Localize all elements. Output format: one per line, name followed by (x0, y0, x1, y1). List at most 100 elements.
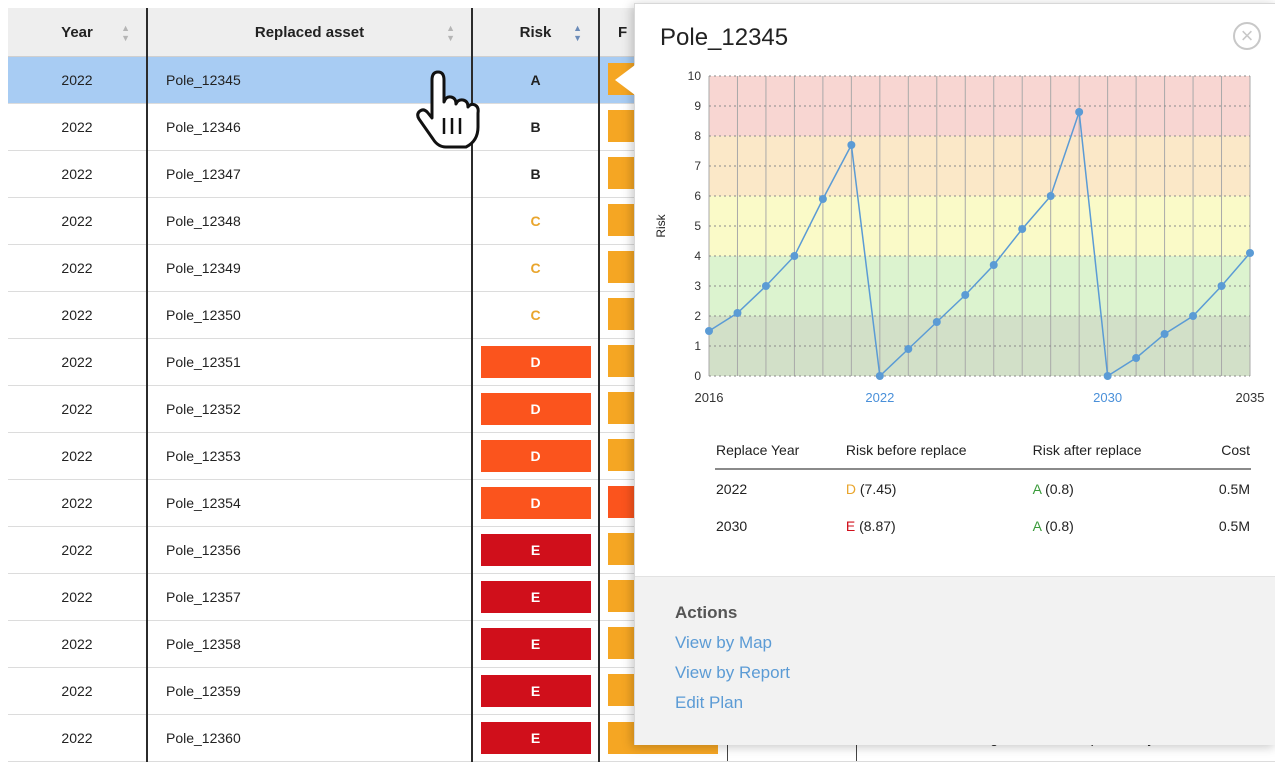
cell-risk: E (472, 573, 599, 621)
risk-level-badge: D (480, 346, 591, 378)
cell-year: 2022 (8, 573, 147, 621)
column-header-year[interactable]: Year ▲ ▼ (8, 8, 147, 57)
summary-cost: 0.5M (1218, 480, 1250, 497)
view-by-report-link[interactable]: View by Report (675, 663, 790, 683)
summary-risk-before: E (8.87) (845, 507, 1032, 544)
x-tick-label: 2030 (1093, 390, 1122, 405)
cell-asset: Pole_12359 (146, 667, 473, 715)
risk-level-badge: A (1032, 480, 1042, 497)
cell-asset: Pole_12348 (146, 197, 473, 245)
y-tick-label: 0 (694, 369, 701, 383)
cell-risk: C (472, 244, 599, 292)
risk-level-badge: B (530, 119, 541, 135)
cell-year: 2022 (8, 479, 147, 527)
data-point (932, 318, 941, 326)
risk-level-badge: D (845, 480, 856, 497)
cell-year: 2022 (8, 620, 147, 668)
cell-asset: Pole_12350 (146, 291, 473, 339)
risk-value: (7.45) (859, 480, 897, 497)
y-tick-label: 7 (694, 159, 701, 173)
cell-asset: Pole_12349 (146, 244, 473, 292)
popup-pointer-arrow (615, 65, 635, 95)
y-tick-label: 1 (694, 339, 701, 353)
x-tick-label: 2035 (1236, 390, 1265, 405)
data-point (1246, 249, 1254, 257)
cell-asset: Pole_12352 (146, 385, 473, 433)
cell-risk: E (472, 714, 599, 762)
risk-level-badge: E (480, 581, 591, 613)
summary-row: 2030 E (8.87) A (0.8) 0.5M (715, 507, 1251, 544)
summary-risk-after: A (0.8) (1032, 469, 1201, 507)
y-tick-label: 10 (688, 69, 702, 83)
y-tick-label: 2 (694, 309, 701, 323)
cell-asset: Pole_12354 (146, 479, 473, 527)
data-point (961, 291, 970, 299)
data-point (733, 309, 742, 317)
risk-level-badge: D (480, 440, 591, 472)
y-tick-label: 6 (694, 189, 701, 203)
hand-pointer-cursor-icon (416, 70, 480, 149)
column-header-asset[interactable]: Replaced asset ▲ ▼ (146, 8, 473, 57)
data-point (1103, 372, 1112, 380)
actions-title: Actions (675, 603, 738, 622)
column-header-label: Risk (519, 23, 552, 41)
summary-replace-year: 2022 (716, 480, 748, 497)
y-tick-label: 3 (694, 279, 701, 293)
cell-year: 2022 (8, 103, 147, 151)
risk-level-badge: E (845, 517, 856, 534)
sort-icon[interactable]: ▲ ▼ (121, 23, 130, 43)
edit-plan-link[interactable]: Edit Plan (675, 693, 743, 713)
replacement-summary-table: Replace Year Risk before replace Risk af… (715, 432, 1251, 544)
summary-replace-year: 2030 (716, 517, 748, 534)
risk-level-badge: C (530, 213, 541, 229)
risk-level-badge: E (480, 534, 591, 566)
cell-year: 2022 (8, 667, 147, 715)
sort-active-icon[interactable]: ▲ ▼ (573, 23, 582, 43)
risk-level-badge: A (530, 72, 541, 88)
risk-value: (0.8) (1045, 480, 1074, 497)
cell-year: 2022 (8, 432, 147, 480)
cell-risk: E (472, 620, 599, 668)
risk-value: (8.87) (859, 517, 896, 534)
summary-header-row: Replace Year Risk before replace Risk af… (715, 432, 1251, 470)
cell-asset: Pole_12360 (146, 714, 473, 762)
cell-asset: Pole_12347 (146, 150, 473, 198)
cell-risk: B (472, 150, 599, 198)
y-tick-label: 5 (694, 219, 701, 233)
summary-cost: 0.5M (1218, 517, 1250, 534)
cell-risk: C (472, 197, 599, 245)
data-point (1075, 108, 1084, 116)
summary-risk-after: A (0.8) (1032, 507, 1201, 544)
cell-risk: C (472, 291, 599, 339)
cell-year: 2022 (8, 338, 147, 386)
y-tick-label: 8 (694, 129, 701, 143)
column-header-label: Year (61, 23, 93, 41)
column-header-risk[interactable]: Risk ▲ ▼ (472, 8, 599, 57)
sort-icon[interactable]: ▲ ▼ (446, 23, 455, 43)
summary-header-risk-after: Risk after replace (1031, 432, 1201, 470)
cell-year: 2022 (8, 150, 147, 198)
risk-level-badge: D (480, 487, 591, 519)
risk-level-badge: C (530, 307, 541, 323)
cell-risk: E (472, 667, 599, 715)
cell-asset: Pole_12356 (146, 526, 473, 574)
summary-header-cost: Cost (1200, 432, 1251, 470)
column-header-label: Replaced asset (254, 23, 365, 41)
cell-year: 2022 (8, 385, 147, 433)
actions-panel: Actions View by Map View by Report Edit … (635, 576, 1275, 745)
cell-risk: A (472, 56, 599, 104)
data-point (989, 261, 998, 269)
risk-level-badge: E (480, 675, 591, 707)
data-point (1160, 330, 1169, 338)
column-header-label: F (618, 23, 628, 41)
risk-value: (0.8) (1045, 517, 1074, 534)
data-point (847, 141, 856, 149)
risk-level-badge: E (480, 628, 591, 660)
cell-year: 2022 (8, 526, 147, 574)
summary-header-risk-before: Risk before replace (844, 432, 1032, 470)
risk-level-badge: B (530, 166, 541, 182)
cell-asset: Pole_12353 (146, 432, 473, 480)
y-axis-label: Risk (654, 213, 668, 237)
view-by-map-link[interactable]: View by Map (675, 633, 772, 653)
cell-year: 2022 (8, 714, 147, 762)
